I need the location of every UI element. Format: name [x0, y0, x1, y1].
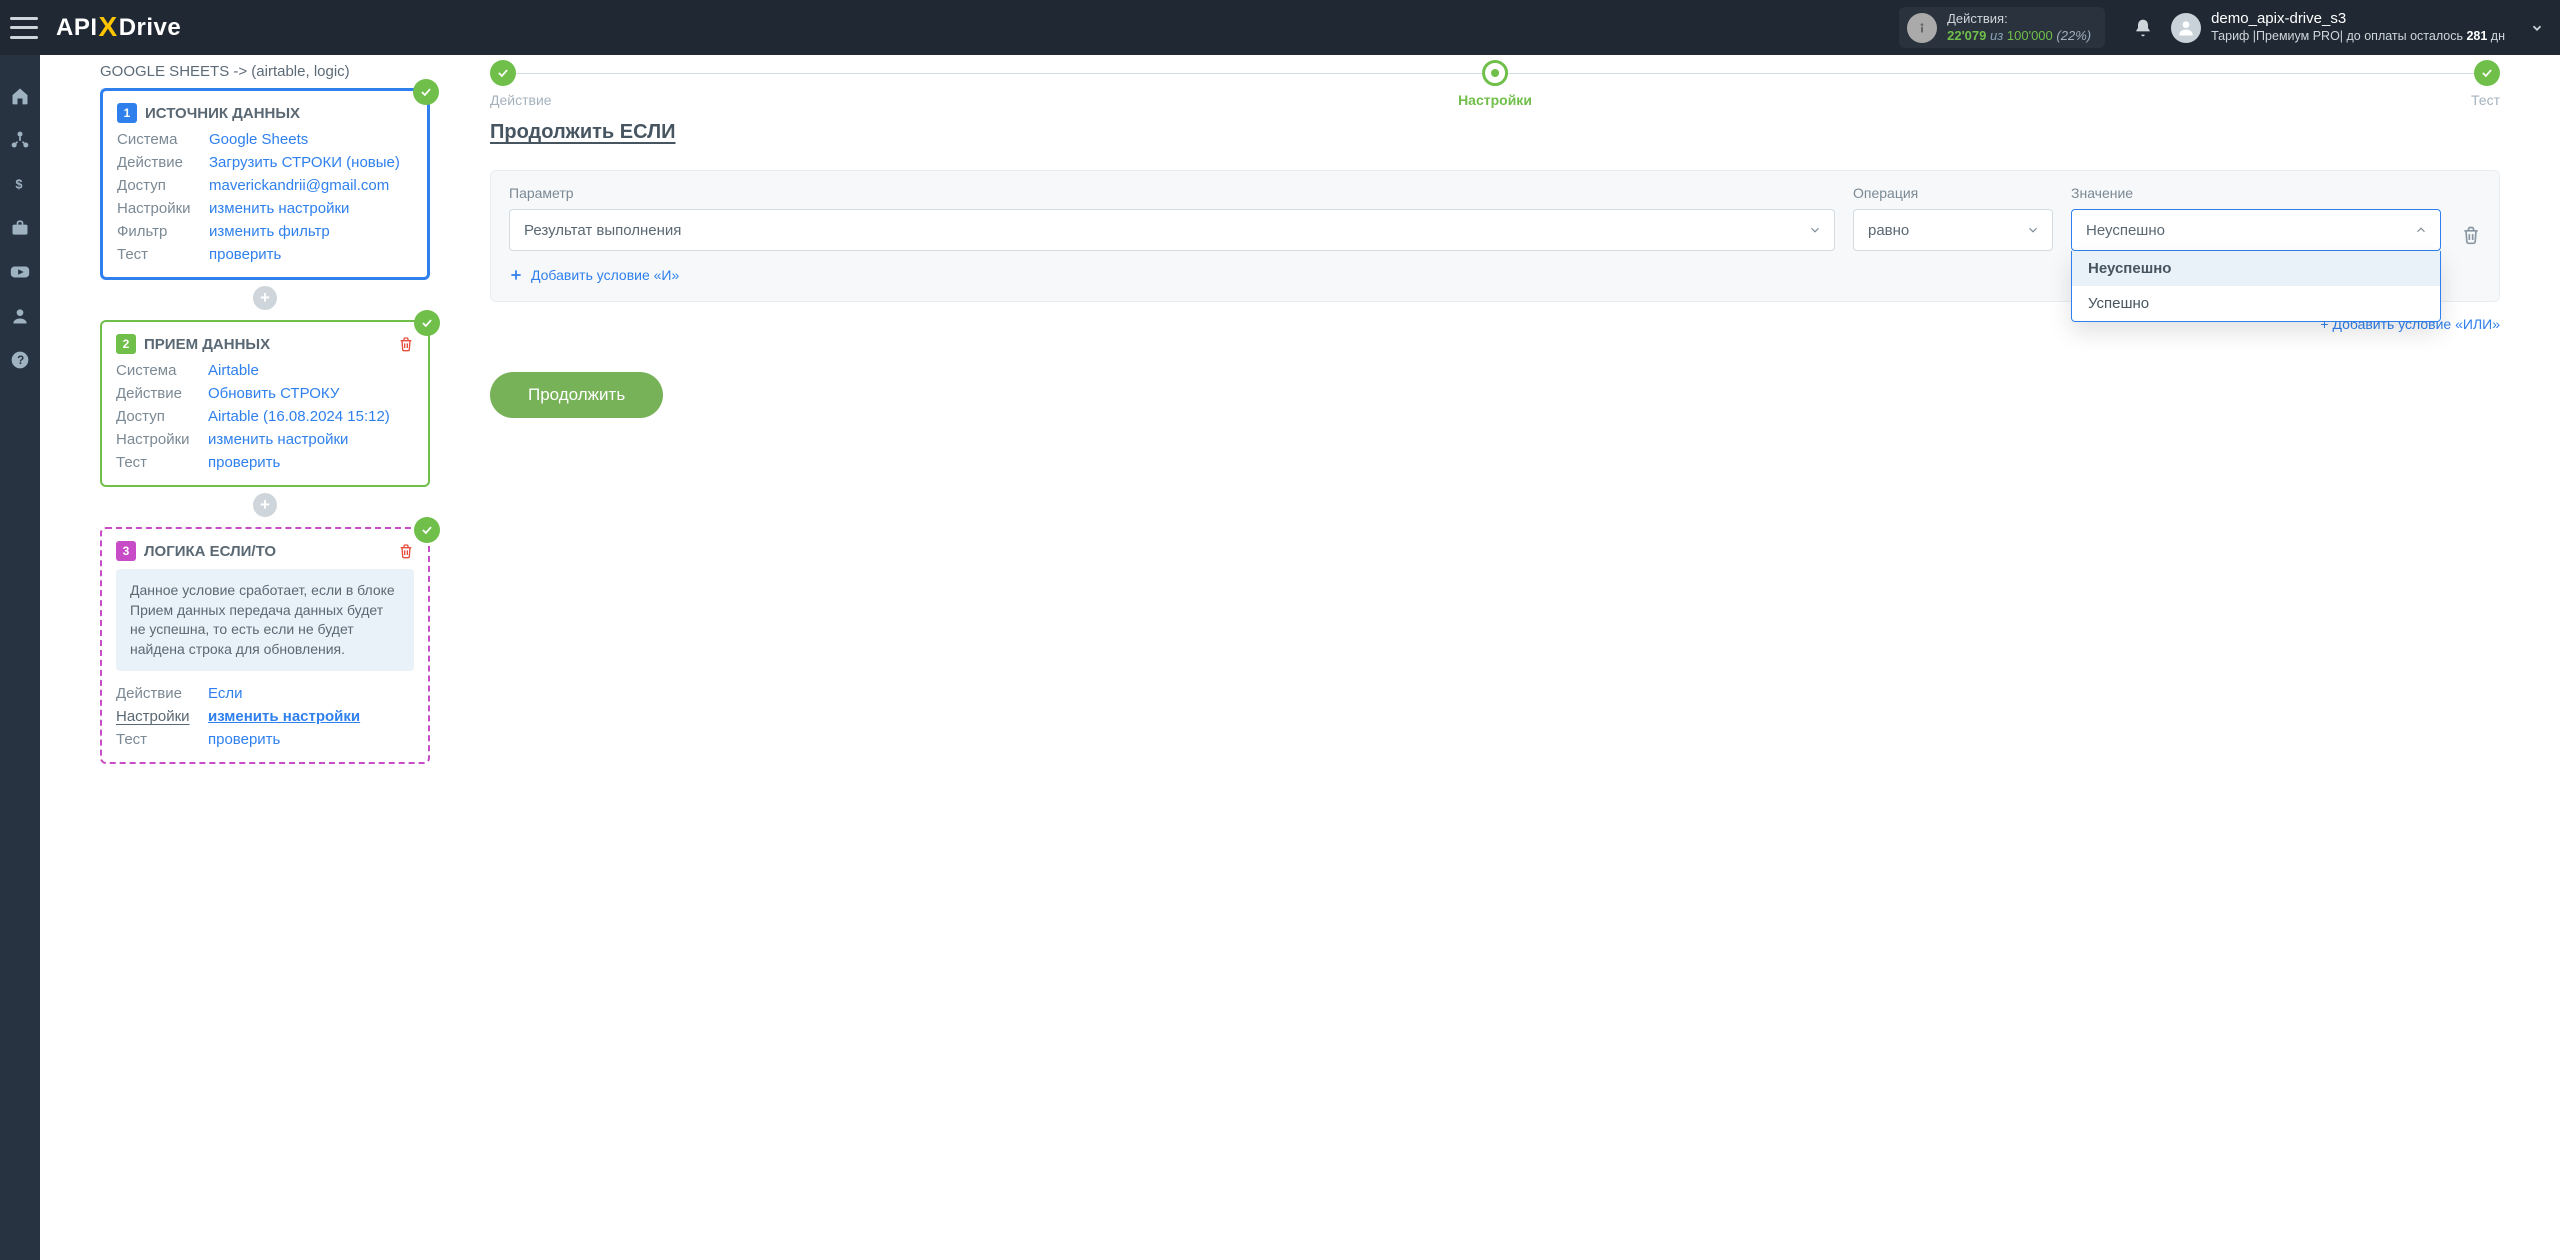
add-step-button[interactable]: +	[253, 286, 277, 310]
menu-toggle[interactable]	[10, 17, 38, 39]
avatar-icon	[2171, 13, 2201, 43]
link-system[interactable]: Airtable	[208, 362, 414, 379]
step-bar: Действие Настройки Тест	[490, 55, 2500, 105]
link-settings[interactable]: изменить настройки	[208, 708, 360, 725]
card-logic[interactable]: 3 ЛОГИКА ЕСЛИ/ТО Данное условие сработае…	[100, 527, 430, 764]
step-test[interactable]: Тест	[2471, 60, 2500, 108]
card-title: ПРИЕМ ДАННЫХ	[144, 336, 270, 353]
label-value: Значение	[2071, 185, 2441, 201]
stats-used: 22'079	[1947, 28, 1986, 43]
user-icon[interactable]	[9, 305, 31, 327]
breadcrumb: GOOGLE SHEETS -> (airtable, logic)	[100, 63, 430, 80]
card-title: ИСТОЧНИК ДАННЫХ	[145, 105, 300, 122]
info-icon	[1907, 13, 1937, 43]
add-step-button[interactable]: +	[253, 493, 277, 517]
user-plan: Тариф |Премиум PRO| до оплаты осталось 2…	[2211, 29, 2505, 45]
user-menu[interactable]: demo_apix-drive_s3 Тариф |Премиум PRO| д…	[2171, 10, 2544, 44]
side-rail: $ ?	[0, 55, 40, 1260]
link-action[interactable]: Обновить СТРОКУ	[208, 385, 414, 402]
link-filter[interactable]: изменить фильтр	[209, 223, 413, 240]
card-source[interactable]: 1 ИСТОЧНИК ДАННЫХ СистемаGoogle Sheets Д…	[100, 88, 430, 280]
logic-hint: Данное условие сработает, если в блоке П…	[116, 569, 414, 671]
select-value[interactable]: Неуспешно	[2071, 209, 2441, 251]
link-test[interactable]: проверить	[208, 454, 414, 471]
check-icon	[413, 79, 439, 105]
connections-icon[interactable]	[9, 129, 31, 151]
link-access[interactable]: Airtable (16.08.2024 15:12)	[208, 408, 414, 425]
select-operation[interactable]: равно	[1853, 209, 2053, 251]
delete-condition-icon[interactable]	[2461, 225, 2481, 251]
link-system[interactable]: Google Sheets	[209, 131, 413, 148]
link-action[interactable]: Загрузить СТРОКИ (новые)	[209, 154, 413, 171]
card-number: 2	[116, 334, 136, 354]
option-success[interactable]: Успешно	[2072, 286, 2440, 321]
card-destination[interactable]: 2 ПРИЕМ ДАННЫХ СистемаAirtable ДействиеО…	[100, 320, 430, 487]
trash-icon[interactable]	[398, 543, 414, 559]
topbar: API X Drive Действия: 22'079 из 100'000 …	[0, 0, 2560, 55]
label-operation: Операция	[1853, 185, 2053, 201]
step-action[interactable]: Действие	[490, 60, 552, 108]
svg-text:?: ?	[17, 354, 24, 367]
logo-text-1: API	[56, 14, 98, 42]
left-pane: GOOGLE SHEETS -> (airtable, logic) 1 ИСТ…	[40, 55, 460, 1260]
dollar-icon[interactable]: $	[9, 173, 31, 195]
user-name: demo_apix-drive_s3	[2211, 10, 2505, 29]
svg-text:$: $	[15, 177, 22, 192]
link-settings[interactable]: изменить настройки	[208, 431, 414, 448]
link-action[interactable]: Если	[208, 685, 414, 702]
home-icon[interactable]	[9, 85, 31, 107]
select-param[interactable]: Результат выполнения	[509, 209, 1835, 251]
trash-icon[interactable]	[398, 336, 414, 352]
youtube-icon[interactable]	[9, 261, 31, 283]
main-pane: Действие Настройки Тест Продолжить ЕСЛИ …	[460, 55, 2560, 1260]
stats-title: Действия:	[1947, 11, 2091, 27]
page-title: Продолжить ЕСЛИ	[490, 121, 2500, 144]
stats-total: 100'000	[2007, 28, 2053, 43]
usage-stats[interactable]: Действия: 22'079 из 100'000 (22%)	[1899, 7, 2105, 48]
chevron-up-icon	[2414, 223, 2428, 237]
value-dropdown: Неуспешно Успешно	[2071, 251, 2441, 322]
card-number: 1	[117, 103, 137, 123]
card-title: ЛОГИКА ЕСЛИ/ТО	[144, 543, 276, 560]
help-icon[interactable]: ?	[9, 349, 31, 371]
option-fail[interactable]: Неуспешно	[2072, 251, 2440, 286]
chevron-down-icon	[2530, 21, 2544, 35]
check-icon	[414, 517, 440, 543]
link-settings[interactable]: изменить настройки	[209, 200, 413, 217]
briefcase-icon[interactable]	[9, 217, 31, 239]
link-test[interactable]: проверить	[209, 246, 413, 263]
logo-text-2: X	[99, 11, 118, 43]
logo[interactable]: API X Drive	[56, 12, 181, 44]
check-icon	[414, 310, 440, 336]
chevron-down-icon	[1808, 223, 1822, 237]
logo-text-3: Drive	[119, 14, 182, 42]
bell-icon[interactable]	[2125, 10, 2161, 46]
link-access[interactable]: maverickandrii@gmail.com	[209, 177, 413, 194]
step-settings[interactable]: Настройки	[1458, 60, 1532, 108]
continue-button[interactable]: Продолжить	[490, 372, 663, 418]
label-param: Параметр	[509, 185, 1835, 201]
link-test[interactable]: проверить	[208, 731, 414, 748]
stats-pct: (22%)	[2056, 28, 2091, 43]
card-number: 3	[116, 541, 136, 561]
chevron-down-icon	[2026, 223, 2040, 237]
